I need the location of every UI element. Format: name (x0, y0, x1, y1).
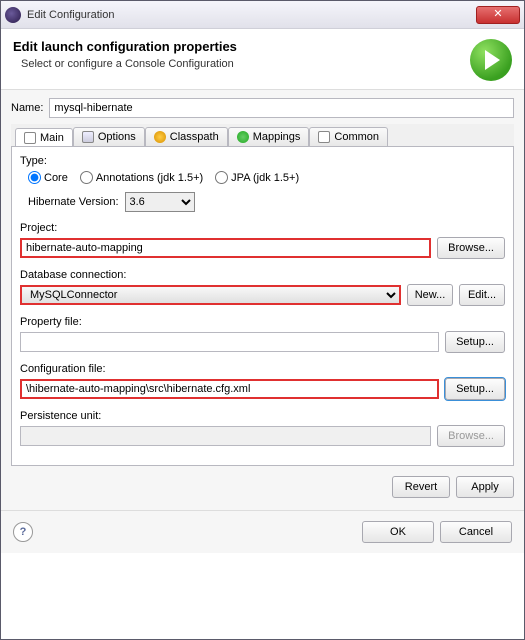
mappings-icon (237, 131, 249, 143)
project-label: Project: (20, 222, 505, 234)
revert-button[interactable]: Revert (392, 476, 450, 498)
tab-bar: Main Options Classpath Mappings Common (11, 124, 514, 147)
help-icon[interactable]: ? (13, 522, 33, 542)
type-label: Type: (20, 155, 505, 167)
header-title: Edit launch configuration properties (13, 39, 462, 54)
options-icon (82, 131, 94, 143)
main-panel: Type: Core Annotations (jdk 1.5+) JPA (j… (11, 147, 514, 466)
radio-core[interactable]: Core (28, 171, 68, 184)
persist-label: Persistence unit: (20, 410, 505, 422)
eclipse-icon (5, 7, 21, 23)
titlebar[interactable]: Edit Configuration ✕ (1, 1, 524, 29)
radio-annotations[interactable]: Annotations (jdk 1.5+) (80, 171, 203, 184)
propfile-input[interactable] (20, 332, 439, 352)
tab-main[interactable]: Main (15, 128, 73, 147)
dbconn-new-button[interactable]: New... (407, 284, 453, 306)
tab-options[interactable]: Options (73, 127, 145, 146)
propfile-setup-button[interactable]: Setup... (445, 331, 505, 353)
persist-browse-button: Browse... (437, 425, 505, 447)
window-title: Edit Configuration (27, 9, 476, 21)
apply-button[interactable]: Apply (456, 476, 514, 498)
main-icon (24, 132, 36, 144)
project-browse-button[interactable]: Browse... (437, 237, 505, 259)
dbconn-select[interactable]: MySQLConnector (20, 285, 401, 305)
classpath-icon (154, 131, 166, 143)
common-icon (318, 131, 330, 143)
name-label: Name: (11, 102, 43, 114)
cfgfile-setup-button[interactable]: Setup... (445, 378, 505, 400)
tab-classpath[interactable]: Classpath (145, 127, 228, 146)
tab-common[interactable]: Common (309, 127, 388, 146)
hibernate-version-select[interactable]: 3.6 (125, 192, 195, 212)
name-input[interactable] (49, 98, 514, 118)
dbconn-edit-button[interactable]: Edit... (459, 284, 505, 306)
cfgfile-input[interactable] (20, 379, 439, 399)
close-button[interactable]: ✕ (476, 6, 520, 24)
hibernate-version-label: Hibernate Version: (28, 196, 119, 208)
header-subtitle: Select or configure a Console Configurat… (13, 58, 462, 70)
dialog-window: Edit Configuration ✕ Edit launch configu… (0, 0, 525, 640)
dialog-header: Edit launch configuration properties Sel… (1, 29, 524, 90)
radio-jpa[interactable]: JPA (jdk 1.5+) (215, 171, 299, 184)
propfile-label: Property file: (20, 316, 505, 328)
project-input[interactable] (20, 238, 431, 258)
dbconn-label: Database connection: (20, 269, 505, 281)
persist-input (20, 426, 431, 446)
run-icon (470, 39, 512, 81)
cancel-button[interactable]: Cancel (440, 521, 512, 543)
tab-mappings[interactable]: Mappings (228, 127, 310, 146)
cfgfile-label: Configuration file: (20, 363, 505, 375)
ok-button[interactable]: OK (362, 521, 434, 543)
